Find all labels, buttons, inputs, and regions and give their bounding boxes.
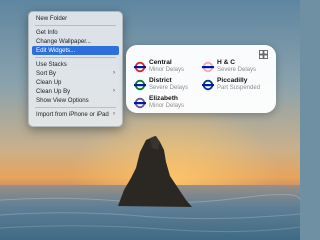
tube-status-widget[interactable]: Central Minor Delays H & C Severe Delays… [126,45,276,113]
line-status: Severe Delays [149,84,189,91]
line-status: Severe Delays [217,66,257,73]
menu-item-sort-by[interactable]: Sort By › [32,69,119,78]
line-status: Minor Delays [149,102,185,109]
roundel-icon [134,79,146,91]
line-name: H & C [217,59,235,66]
menu-item-label: Import from iPhone or iPad [36,111,109,118]
menu-item-clean-up-by[interactable]: Clean Up By › [32,87,119,96]
chevron-right-icon: › [113,70,115,76]
chevron-right-icon: › [113,111,115,117]
roundel-icon [202,61,214,73]
menu-separator [35,57,116,58]
line-status-elizabeth[interactable]: Elizabeth Minor Delays [134,95,204,111]
line-name: Piccadilly [217,77,248,84]
menu-item-import-from-iphone[interactable]: Import from iPhone or iPad › [32,110,119,119]
line-status-piccadilly[interactable]: Piccadilly Part Suspended [202,77,272,93]
menu-item-change-wallpaper[interactable]: Change Wallpaper... [32,37,119,46]
menu-item-use-stacks[interactable]: Use Stacks [32,60,119,69]
menu-separator [35,25,116,26]
chevron-right-icon: › [113,88,115,94]
desktop-context-menu: New Folder Get Info Change Wallpaper... … [28,11,123,127]
line-status-district[interactable]: District Severe Delays [134,77,204,93]
menu-separator [35,107,116,108]
menu-item-label: Clean Up By [36,88,71,95]
line-status-h-and-c[interactable]: H & C Severe Delays [202,59,272,75]
roundel-icon [134,97,146,109]
menu-item-get-info[interactable]: Get Info [32,28,119,37]
menu-item-edit-widgets[interactable]: Edit Widgets... [32,46,119,55]
line-name: Central [149,59,172,66]
menu-item-show-view-options[interactable]: Show View Options [32,96,119,105]
roundel-icon [202,79,214,91]
menu-item-clean-up[interactable]: Clean Up [32,78,119,87]
roundel-icon [134,61,146,73]
grid-icon [259,50,268,59]
line-status: Minor Delays [149,66,185,73]
line-status-central[interactable]: Central Minor Delays [134,59,204,75]
menu-item-label: Sort By [36,70,56,77]
line-status: Part Suspended [217,84,261,91]
menu-item-new-folder[interactable]: New Folder [32,14,119,23]
line-name: Elizabeth [149,95,178,102]
line-name: District [149,77,172,84]
